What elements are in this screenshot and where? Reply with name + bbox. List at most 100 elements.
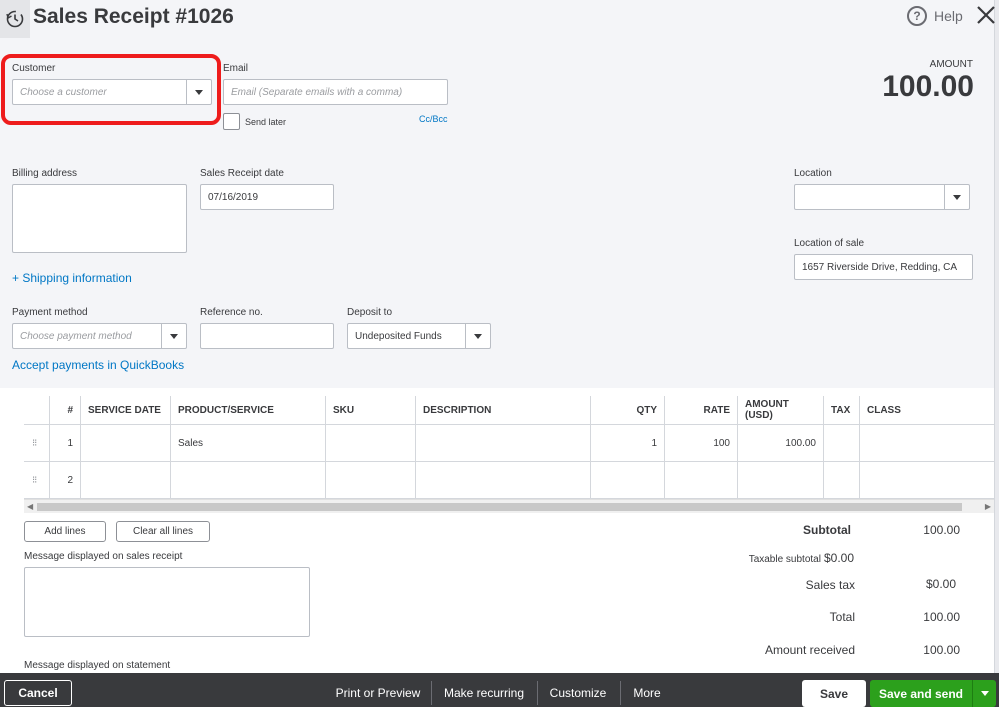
clear-all-lines-button[interactable]: Clear all lines <box>116 521 210 542</box>
footer-bar: Cancel Print or Preview Make recurring C… <box>0 673 999 707</box>
recent-transactions-button[interactable] <box>0 0 30 38</box>
billing-address-field[interactable] <box>12 184 187 253</box>
cell-class[interactable] <box>859 425 989 461</box>
cell-description[interactable] <box>415 462 590 498</box>
cancel-button[interactable]: Cancel <box>4 680 72 706</box>
table-row[interactable]: ⁝⁝ 1 Sales 1 100 100.00 <box>24 425 994 462</box>
help-label: Help <box>934 8 963 24</box>
shipping-info-link[interactable]: + Shipping information <box>12 271 132 285</box>
make-recurring-button[interactable]: Make recurring <box>440 680 528 706</box>
cell-product[interactable] <box>170 462 325 498</box>
payment-method-label: Payment method <box>12 307 88 318</box>
location-of-sale-field[interactable]: 1657 Riverside Drive, Redding, CA <box>794 254 973 280</box>
cell-amount[interactable] <box>737 462 823 498</box>
print-preview-button[interactable]: Print or Preview <box>333 680 423 706</box>
cell-rate[interactable] <box>664 462 737 498</box>
chevron-down-icon[interactable] <box>944 185 969 209</box>
location-of-sale-label: Location of sale <box>794 238 865 249</box>
cell-tax[interactable] <box>823 462 859 498</box>
col-header-amount: AMOUNT (USD) <box>737 396 823 424</box>
save-and-send-label: Save and send <box>878 686 964 701</box>
col-header-product: PRODUCT/SERVICE <box>170 396 325 424</box>
help-button[interactable]: ? Help <box>907 6 963 26</box>
cell-tax[interactable] <box>823 425 859 461</box>
accept-payments-link[interactable]: Accept payments in QuickBooks <box>12 358 184 372</box>
save-and-send-button[interactable]: Save and send <box>870 680 996 707</box>
billing-address-label: Billing address <box>12 168 78 179</box>
location-of-sale-value: 1657 Riverside Drive, Redding, CA <box>802 261 958 273</box>
page-title: Sales Receipt #1026 <box>33 5 234 28</box>
chevron-down-icon[interactable] <box>186 80 211 104</box>
footer-divider <box>431 681 432 705</box>
more-button[interactable]: More <box>628 680 666 706</box>
email-field[interactable]: Email (Separate emails with a comma) <box>223 79 448 105</box>
location-label: Location <box>794 168 832 179</box>
cell-rate[interactable]: 100 <box>664 425 737 461</box>
save-button[interactable]: Save <box>802 680 866 707</box>
payment-method-placeholder: Choose payment method <box>20 330 132 342</box>
cell-description[interactable] <box>415 425 590 461</box>
drag-handle-icon[interactable]: ⁝⁝ <box>32 475 37 486</box>
chevron-down-icon[interactable] <box>972 680 996 707</box>
send-later-label: Send later <box>245 117 287 127</box>
cell-amount[interactable]: 100.00 <box>737 425 823 461</box>
table-header-row: # SERVICE DATE PRODUCT/SERVICE SKU DESCR… <box>24 396 994 425</box>
customer-placeholder: Choose a customer <box>20 86 107 98</box>
scroll-left-icon[interactable]: ◀ <box>27 502 33 511</box>
cell-num: 2 <box>49 462 80 498</box>
subtotal-value: 100.00 <box>923 523 960 537</box>
scrollbar-thumb[interactable] <box>37 503 962 511</box>
footer-divider <box>620 681 621 705</box>
col-header-description: DESCRIPTION <box>415 396 590 424</box>
col-header-num: # <box>49 396 80 424</box>
reference-label: Reference no. <box>200 307 263 318</box>
cell-qty[interactable]: 1 <box>590 425 664 461</box>
deposit-select[interactable]: Undeposited Funds <box>347 323 491 349</box>
history-clock-icon <box>6 10 24 28</box>
amount-received-label: Amount received <box>764 643 855 657</box>
cell-product[interactable]: Sales <box>170 425 325 461</box>
col-header-sku: SKU <box>325 396 415 424</box>
add-lines-button[interactable]: Add lines <box>24 521 106 542</box>
email-label: Email <box>223 63 249 74</box>
sales-tax-label: Sales tax <box>805 578 855 592</box>
horizontal-scrollbar[interactable]: ◀ ▶ <box>24 499 994 513</box>
receipt-date-field[interactable]: 07/16/2019 <box>200 184 334 210</box>
customer-select[interactable]: Choose a customer <box>12 79 212 105</box>
receipt-date-label: Sales Receipt date <box>200 168 284 179</box>
payment-method-select[interactable]: Choose payment method <box>12 323 187 349</box>
scroll-right-icon[interactable]: ▶ <box>985 502 991 511</box>
chevron-down-icon[interactable] <box>465 324 490 348</box>
subtotal-label: Subtotal <box>803 523 851 537</box>
drag-handle-icon[interactable]: ⁝⁝ <box>32 438 37 449</box>
customer-label: Customer <box>12 63 56 74</box>
taxable-subtotal: Taxable subtotal $0.00 <box>749 551 854 565</box>
customize-button[interactable]: Customize <box>545 680 611 706</box>
col-header-rate: RATE <box>664 396 737 424</box>
total-label: Total <box>829 610 855 624</box>
sales-tax-value: $0.00 <box>925 577 956 591</box>
cell-sku[interactable] <box>325 425 415 461</box>
table-row[interactable]: ⁝⁝ 2 <box>24 462 994 499</box>
total-value: 100.00 <box>923 610 960 624</box>
taxable-subtotal-label: Taxable subtotal <box>748 554 821 565</box>
cell-sku[interactable] <box>325 462 415 498</box>
col-header-class: CLASS <box>859 396 989 424</box>
receipt-message-field[interactable] <box>24 567 310 637</box>
cell-service-date[interactable] <box>80 462 170 498</box>
col-header-tax: TAX <box>823 396 859 424</box>
amount-value: 100.00 <box>882 70 974 103</box>
chevron-down-icon[interactable] <box>161 324 186 348</box>
cc-bcc-link[interactable]: Cc/Bcc <box>419 114 448 124</box>
deposit-label: Deposit to <box>347 307 393 318</box>
footer-divider <box>537 681 538 705</box>
reference-field[interactable] <box>200 323 334 349</box>
cell-service-date[interactable] <box>80 425 170 461</box>
send-later-checkbox[interactable] <box>223 113 240 130</box>
vertical-scrollbar[interactable] <box>994 0 999 673</box>
amount-label: AMOUNT <box>929 59 973 70</box>
cell-class[interactable] <box>859 462 989 498</box>
location-select[interactable] <box>794 184 970 210</box>
cell-qty[interactable] <box>590 462 664 498</box>
close-icon[interactable] <box>975 4 997 26</box>
